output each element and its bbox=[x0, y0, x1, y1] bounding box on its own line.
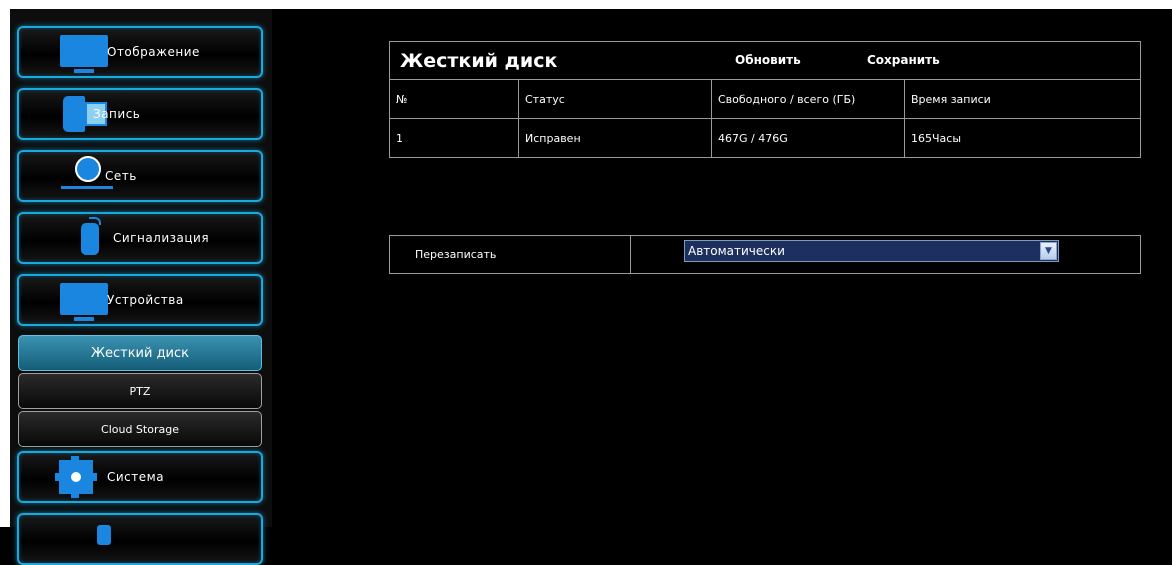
sidebar-item-label: Сеть bbox=[105, 169, 137, 183]
sidebar-item-display[interactable]: Отображение bbox=[17, 26, 263, 78]
sidebar-item-partial[interactable] bbox=[17, 513, 263, 565]
monitor-icon bbox=[60, 35, 108, 73]
gear-tooth-icon bbox=[71, 456, 79, 464]
column-header-record-time: Время записи bbox=[904, 79, 1141, 119]
sidebar-item-label: Отображение bbox=[107, 45, 200, 59]
column-header-number: № bbox=[389, 79, 519, 119]
alarm-icon bbox=[81, 217, 101, 255]
chevron-down-icon[interactable]: ▼ bbox=[1040, 242, 1057, 260]
overwrite-label: Перезаписать bbox=[389, 235, 631, 274]
top-border bbox=[0, 0, 1172, 9]
submenu-item-cloud-storage[interactable]: Cloud Storage bbox=[18, 411, 262, 447]
page-title: Жесткий диск bbox=[400, 49, 558, 72]
hdd-header-cell: Жесткий диск Обновить Сохранить bbox=[389, 41, 1141, 80]
submenu-item-hdd[interactable]: Жесткий диск bbox=[18, 335, 262, 371]
sidebar-item-label: Запись bbox=[93, 107, 141, 121]
submenu-item-ptz[interactable]: PTZ bbox=[18, 373, 262, 409]
partial-icon bbox=[97, 525, 111, 545]
gear-tooth-icon bbox=[89, 473, 97, 481]
gear-core-icon bbox=[68, 469, 84, 485]
refresh-button[interactable]: Обновить bbox=[735, 53, 801, 67]
gear-tooth-icon bbox=[55, 473, 63, 481]
column-header-capacity: Свободного / всего (ГБ) bbox=[711, 79, 905, 119]
left-border bbox=[0, 9, 10, 527]
hdd-table: Жесткий диск Обновить Сохранить № Статус… bbox=[389, 41, 1141, 158]
overwrite-select-value: Автоматически bbox=[688, 244, 785, 258]
column-header-status: Статус bbox=[518, 79, 712, 119]
cell-number: 1 bbox=[389, 118, 519, 158]
sidebar: Отображение Запись Сеть Сигнализация Уст… bbox=[10, 9, 272, 565]
hdd-column-header-row: № Статус Свободного / всего (ГБ) Время з… bbox=[389, 79, 1141, 119]
cell-capacity: 467G / 476G bbox=[711, 118, 905, 158]
sidebar-item-label: Устройства bbox=[107, 293, 184, 307]
sidebar-item-record[interactable]: Запись bbox=[17, 88, 263, 140]
sidebar-item-network[interactable]: Сеть bbox=[17, 150, 263, 202]
sidebar-item-alarm[interactable]: Сигнализация bbox=[17, 212, 263, 264]
network-base-icon bbox=[61, 186, 113, 189]
sidebar-item-system[interactable]: Система bbox=[17, 451, 263, 503]
record-icon bbox=[63, 96, 85, 132]
devices-icon bbox=[60, 283, 108, 321]
network-icon bbox=[75, 156, 101, 182]
gear-tooth-icon bbox=[71, 490, 79, 498]
hdd-header-row: Жесткий диск Обновить Сохранить bbox=[389, 41, 1141, 80]
save-button[interactable]: Сохранить bbox=[867, 53, 940, 67]
table-row: 1 Исправен 467G / 476G 165Часы bbox=[389, 118, 1141, 158]
sidebar-item-label: Система bbox=[107, 470, 165, 484]
sidebar-item-devices[interactable]: Устройства bbox=[17, 274, 263, 326]
overwrite-select[interactable]: Автоматически ▼ bbox=[684, 240, 1059, 262]
cell-status: Исправен bbox=[518, 118, 712, 158]
cell-record-time: 165Часы bbox=[904, 118, 1141, 158]
sidebar-item-label: Сигнализация bbox=[113, 231, 210, 245]
